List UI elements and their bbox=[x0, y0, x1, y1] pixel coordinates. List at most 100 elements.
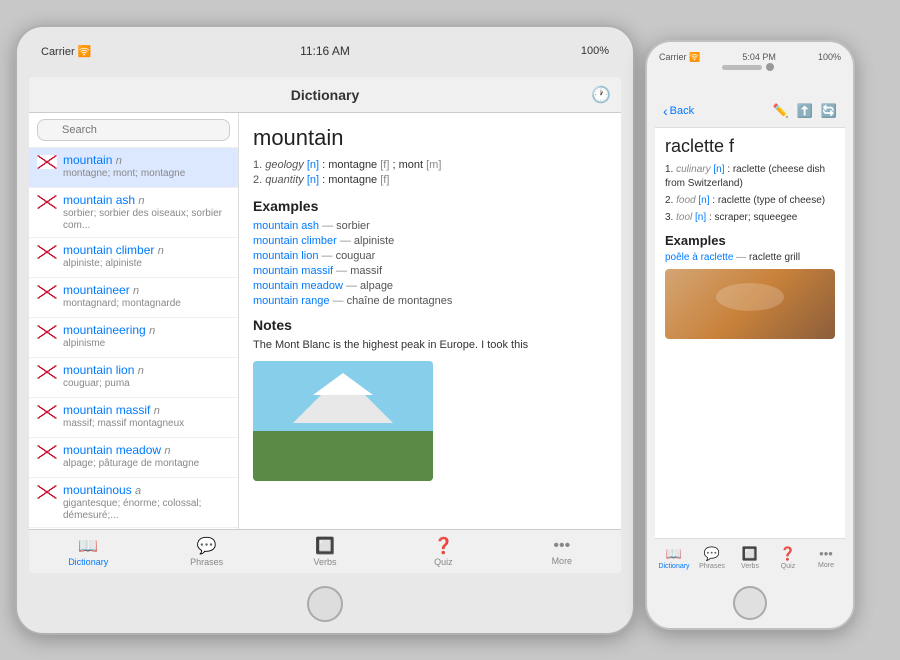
share-icon[interactable]: ⬆️ bbox=[797, 103, 813, 119]
nav-label-dictionary: Dictionary bbox=[68, 557, 108, 567]
example-item: mountain meadow — alpage bbox=[253, 280, 607, 292]
search-input[interactable] bbox=[37, 119, 230, 141]
example-source: mountain massif bbox=[253, 265, 336, 277]
phone-nav-quiz[interactable]: ❓ Quiz bbox=[769, 539, 807, 576]
nav-item-more[interactable]: ••• More bbox=[503, 530, 621, 573]
phone-camera bbox=[766, 63, 774, 71]
example-target: massif bbox=[350, 265, 382, 277]
phone-nav-icons: ✏️ ⬆️ 🔄 bbox=[772, 103, 837, 119]
tablet-carrier: Carrier 🛜 bbox=[41, 45, 91, 58]
sidebar-item-text: mountain climber n alpiniste; alpiniste bbox=[63, 243, 230, 270]
sidebar-item-subtitle: alpage; pâturage de montagne bbox=[63, 458, 230, 470]
phone-def-item-2: 2. food [n] : raclette (type of cheese) bbox=[665, 194, 835, 208]
phone-def-item-1: 1. culinary [n] : raclette (cheese dish … bbox=[665, 163, 835, 191]
flag-uk-icon bbox=[37, 445, 57, 459]
phone-example-target: raclette grill bbox=[749, 252, 800, 263]
phone-def-cat: food bbox=[676, 195, 698, 206]
phone-example-source: poêle à raclette bbox=[665, 252, 736, 263]
phrases-icon: 💬 bbox=[197, 536, 217, 556]
sidebar: 🔍 mountain n montagne; mont; montagne bbox=[29, 113, 239, 529]
phone-verbs-icon: 🔲 bbox=[742, 546, 758, 562]
tablet: Carrier 🛜 11:16 AM 100% Dictionary 🕐 🔍 bbox=[15, 25, 635, 635]
sidebar-item-mountain-meadow[interactable]: mountain meadow n alpage; pâturage de mo… bbox=[29, 438, 238, 478]
phone-phrases-icon: 💬 bbox=[704, 546, 720, 562]
flag-uk-icon bbox=[37, 405, 57, 419]
sidebar-item-mountain-massif[interactable]: mountain massif n massif; massif montagn… bbox=[29, 398, 238, 438]
def-gram: [f] bbox=[380, 174, 389, 186]
tablet-time: 11:16 AM bbox=[300, 44, 350, 58]
nav-item-phrases[interactable]: 💬 Phrases bbox=[147, 530, 265, 573]
example-source: mountain meadow bbox=[253, 280, 346, 292]
example-target: chaîne de montagnes bbox=[347, 295, 453, 307]
definition-item-2: 2. quantity [n] : montagne [f] bbox=[253, 174, 607, 186]
def-gram2: [m] bbox=[426, 159, 441, 171]
sidebar-item-mountaineer[interactable]: mountaineer n montagnard; montagnarde bbox=[29, 278, 238, 318]
phone-examples-title: Examples bbox=[665, 233, 835, 248]
entry-title: mountain bbox=[253, 125, 607, 151]
pencil-icon[interactable]: ✏️ bbox=[772, 103, 788, 119]
phone-example-arrow: — bbox=[736, 252, 749, 263]
ground-area bbox=[253, 431, 433, 481]
example-item: mountain lion — couguar bbox=[253, 250, 607, 262]
back-button[interactable]: ‹ Back bbox=[663, 103, 694, 119]
examples-list: mountain ash — sorbier mountain climber … bbox=[253, 220, 607, 307]
sidebar-item-mountain-ash[interactable]: mountain ash n sorbier; sorbier des oise… bbox=[29, 188, 238, 238]
tablet-home-button[interactable] bbox=[307, 586, 343, 622]
sidebar-item-subtitle: montagnard; montagnarde bbox=[63, 298, 230, 310]
sidebar-item-subtitle: alpiniste; alpiniste bbox=[63, 258, 230, 270]
mountain-snow bbox=[313, 373, 373, 395]
sidebar-item-title: mountaineering n bbox=[63, 323, 230, 337]
example-item: mountain massif — massif bbox=[253, 265, 607, 277]
app-body: 🔍 mountain n montagne; mont; montagne bbox=[29, 113, 621, 529]
example-arrow: — bbox=[336, 265, 350, 277]
tablet-battery: 100% bbox=[581, 45, 609, 57]
nav-item-verbs[interactable]: 🔲 Verbs bbox=[266, 530, 384, 573]
sidebar-item-mountainous[interactable]: mountainous a gigantesque; énorme; colos… bbox=[29, 478, 238, 528]
clock-icon[interactable]: 🕐 bbox=[591, 85, 611, 105]
phone-def-item-3: 3. tool [n] : scraper; squeegee bbox=[665, 211, 835, 225]
phone-nav-label: Dictionary bbox=[658, 563, 689, 570]
sidebar-list: mountain n montagne; mont; montagne moun… bbox=[29, 148, 238, 529]
phone-nav-more[interactable]: ••• More bbox=[807, 539, 845, 576]
phone-content: raclette f 1. culinary [n] : raclette (c… bbox=[655, 128, 845, 538]
refresh-icon[interactable]: 🔄 bbox=[821, 103, 837, 119]
example-source: mountain lion bbox=[253, 250, 322, 262]
phone-nav-dictionary[interactable]: 📖 Dictionary bbox=[655, 539, 693, 576]
def-bracket: [n] bbox=[307, 159, 319, 171]
phone-nav-bar: ‹ Back ✏️ ⬆️ 🔄 bbox=[655, 94, 845, 128]
phone-home-button[interactable] bbox=[733, 586, 767, 620]
phone-def-bracket: [n] bbox=[713, 164, 724, 175]
phone-nav-verbs[interactable]: 🔲 Verbs bbox=[731, 539, 769, 576]
sidebar-item-mountain-lion[interactable]: mountain lion n couguar; puma bbox=[29, 358, 238, 398]
def-num: 2. bbox=[253, 174, 265, 186]
nav-label-quiz: Quiz bbox=[434, 557, 453, 567]
example-target: sorbier bbox=[336, 220, 370, 232]
phone-food-image bbox=[665, 269, 835, 339]
sidebar-item-mountain[interactable]: mountain n montagne; mont; montagne bbox=[29, 148, 238, 188]
phone-status-bar: Carrier 🛜 5:04 PM 100% bbox=[647, 52, 853, 63]
phone-dictionary-icon: 📖 bbox=[666, 546, 682, 562]
sidebar-item-mountain-climber[interactable]: mountain climber n alpiniste; alpiniste bbox=[29, 238, 238, 278]
flag-uk-icon bbox=[37, 485, 57, 499]
nav-item-quiz[interactable]: ❓ Quiz bbox=[384, 530, 502, 573]
tablet-screen: Dictionary 🕐 🔍 bbox=[29, 77, 621, 573]
phone-def-num: 2. bbox=[665, 195, 676, 206]
notes-text: The Mont Blanc is the highest peak in Eu… bbox=[253, 339, 607, 351]
phone-time: 5:04 PM bbox=[742, 52, 776, 63]
phone-nav-label: Phrases bbox=[699, 563, 725, 570]
phone-nav-label: Quiz bbox=[781, 563, 795, 570]
sidebar-item-subtitle: massif; massif montagneux bbox=[63, 418, 230, 430]
flag-uk-icon bbox=[37, 195, 57, 209]
back-arrow-icon: ‹ bbox=[663, 103, 668, 119]
mountain-image bbox=[253, 361, 433, 481]
nav-item-dictionary[interactable]: 📖 Dictionary bbox=[29, 530, 147, 573]
phone-def-cat: culinary bbox=[676, 164, 713, 175]
nav-label-phrases: Phrases bbox=[190, 557, 223, 567]
def-cat: geology bbox=[265, 159, 307, 171]
def-trans: montagne bbox=[328, 159, 380, 171]
phone-top-bar: Carrier 🛜 5:04 PM 100% bbox=[647, 42, 853, 92]
sidebar-item-title: mountaineer n bbox=[63, 283, 230, 297]
phone-nav-label: More bbox=[818, 562, 834, 569]
phone-nav-phrases[interactable]: 💬 Phrases bbox=[693, 539, 731, 576]
sidebar-item-mountaineering[interactable]: mountaineering n alpinisme bbox=[29, 318, 238, 358]
